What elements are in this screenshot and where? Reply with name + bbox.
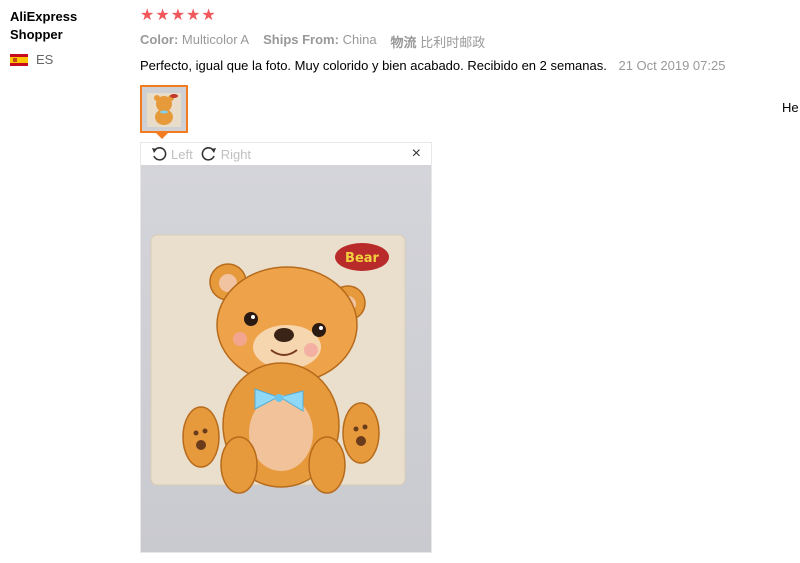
truncated-text: He (782, 100, 799, 115)
bear-puzzle-thumbnail-image (142, 87, 186, 131)
star-icon: ★ (201, 7, 216, 24)
review-photo: Bear (141, 165, 431, 552)
rotate-right-icon (201, 147, 216, 161)
country-code: ES (36, 52, 54, 67)
review-date: 21 Oct 2019 07:25 (618, 58, 726, 73)
review-attributes: Color: Multicolor A Ships From: China 物流… (140, 32, 800, 51)
image-viewer: Left Right × Bear (140, 142, 432, 553)
attribute-ships-from: Ships From: China (263, 32, 377, 47)
reviewer-info: AliExpress Shopper ES (10, 8, 130, 67)
rotate-right-label: Right (220, 146, 252, 162)
star-icon: ★ (155, 7, 170, 24)
review-image-thumbnail[interactable] (140, 85, 188, 133)
rotate-left-icon (152, 147, 167, 161)
reviewer-name-line2: Shopper (10, 27, 63, 42)
spain-flag-icon (10, 53, 28, 66)
puzzle-label: Bear (345, 251, 379, 266)
star-icon: ★ (170, 7, 186, 24)
reviewer-country: ES (10, 52, 130, 67)
star-icon: ★ (140, 7, 155, 24)
bear-puzzle-photo: Bear (141, 165, 431, 552)
review-content: Perfecto, igual que la foto. Muy colorid… (140, 58, 800, 73)
attribute-color: Color: Multicolor A (140, 32, 250, 47)
reviewer-name: AliExpress Shopper (10, 8, 130, 44)
rotate-right-button[interactable]: Right (201, 146, 251, 162)
image-viewer-toolbar: Left Right × (141, 143, 431, 165)
review-body: ★ ★ ★ ★ ★ Color: Multicolor A Ships From… (140, 6, 800, 553)
thumbnail-pointer (156, 133, 168, 139)
review-text: Perfecto, igual que la foto. Muy colorid… (140, 58, 607, 73)
star-icon: ★ (186, 7, 201, 24)
rotate-left-label: Left (171, 146, 193, 162)
reviewer-name-line1: AliExpress (10, 9, 78, 24)
close-viewer-button[interactable]: × (412, 145, 421, 163)
attribute-logistics: 物流 比利时邮政 (390, 35, 486, 50)
review-page: AliExpress Shopper ES ★ ★ ★ ★ ★ Color: M… (0, 0, 800, 563)
star-rating: ★ ★ ★ ★ ★ (140, 6, 800, 26)
rotate-left-button[interactable]: Left (151, 146, 193, 162)
